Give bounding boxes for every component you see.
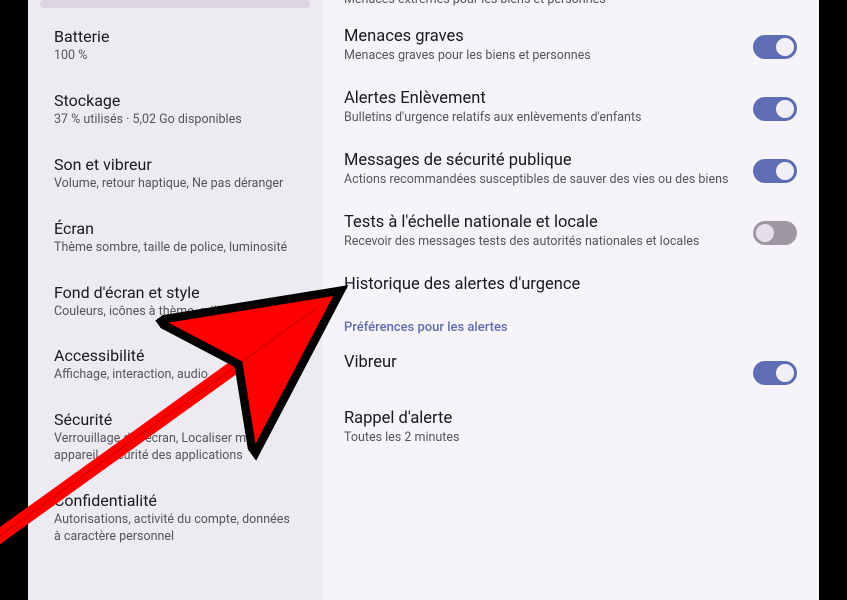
- sidebar-item-sub: Verrouillage de l'écran, Localiser mon a…: [54, 431, 296, 465]
- sidebar-item-storage[interactable]: Stockage 37 % utilisés · 5,02 Go disponi…: [40, 78, 310, 142]
- truncated-subtitle: Menaces extrêmes pour les biens et perso…: [340, 0, 801, 15]
- setting-test-alerts[interactable]: Tests à l'échelle nationale et locale Re…: [340, 201, 801, 263]
- setting-title: Alertes Enlèvement: [344, 89, 735, 108]
- sidebar-item-title: Stockage: [54, 91, 296, 110]
- toggle-public-safety[interactable]: [753, 159, 797, 183]
- setting-sub: Recevoir des messages tests des autorité…: [344, 234, 735, 251]
- device-frame: Batterie 100 % Stockage 37 % utilisés · …: [28, 0, 819, 600]
- sidebar-item-sub: Autorisations, activité du compte, donné…: [54, 512, 296, 546]
- setting-sub: Actions recommandées susceptibles de sau…: [344, 172, 735, 189]
- toggle-knob: [776, 100, 794, 118]
- sidebar-item-title: Confidentialité: [54, 491, 296, 510]
- setting-text: Historique des alertes d'urgence: [344, 275, 797, 294]
- setting-sub: Bulletins d'urgence relatifs aux enlèvem…: [344, 110, 735, 127]
- sidebar-item-selected[interactable]: [40, 0, 310, 8]
- toggle-knob: [776, 162, 794, 180]
- sidebar-item-title: Batterie: [54, 27, 296, 46]
- sidebar-item-sub: Couleurs, icônes à thème, grille d'appli…: [54, 304, 296, 321]
- setting-alert-reminder[interactable]: Rappel d'alerte Toutes les 2 minutes: [340, 397, 801, 459]
- sidebar-item-sub: Thème sombre, taille de police, luminosi…: [54, 240, 296, 257]
- setting-title: Tests à l'échelle nationale et locale: [344, 213, 735, 232]
- sidebar-item-security[interactable]: Sécurité Verrouillage de l'écran, Locali…: [40, 397, 310, 478]
- sidebar-item-title: Son et vibreur: [54, 155, 296, 174]
- sidebar-item-privacy[interactable]: Confidentialité Autorisations, activité …: [40, 478, 310, 559]
- setting-text: Rappel d'alerte Toutes les 2 minutes: [344, 409, 797, 447]
- setting-text: Tests à l'échelle nationale et locale Re…: [344, 213, 753, 251]
- setting-severe-threats[interactable]: Menaces graves Menaces graves pour les b…: [340, 15, 801, 77]
- setting-amber-alerts[interactable]: Alertes Enlèvement Bulletins d'urgence r…: [340, 77, 801, 139]
- setting-public-safety[interactable]: Messages de sécurité publique Actions re…: [340, 139, 801, 201]
- setting-sub: Menaces graves pour les biens et personn…: [344, 48, 735, 65]
- sidebar-item-sub: Volume, retour haptique, Ne pas déranger: [54, 176, 296, 193]
- setting-vibrate[interactable]: Vibreur: [340, 341, 801, 397]
- toggle-knob: [756, 224, 774, 242]
- toggle-amber-alerts[interactable]: [753, 97, 797, 121]
- setting-text: Alertes Enlèvement Bulletins d'urgence r…: [344, 89, 753, 127]
- sidebar-item-title: Sécurité: [54, 410, 296, 429]
- setting-sub: Toutes les 2 minutes: [344, 430, 779, 447]
- sidebar-item-sub: 37 % utilisés · 5,02 Go disponibles: [54, 112, 296, 129]
- setting-title: Menaces graves: [344, 27, 735, 46]
- settings-sidebar: Batterie 100 % Stockage 37 % utilisés · …: [28, 0, 322, 600]
- sidebar-item-battery[interactable]: Batterie 100 %: [40, 14, 310, 78]
- setting-title: Historique des alertes d'urgence: [344, 275, 779, 294]
- sidebar-item-sound[interactable]: Son et vibreur Volume, retour haptique, …: [40, 142, 310, 206]
- toggle-knob: [776, 38, 794, 56]
- settings-detail-panel: Menaces extrêmes pour les biens et perso…: [322, 0, 819, 600]
- setting-text: Menaces graves Menaces graves pour les b…: [344, 27, 753, 65]
- setting-title: Vibreur: [344, 353, 735, 372]
- section-header-alert-prefs: Préférences pour les alertes: [340, 306, 801, 341]
- sidebar-item-title: Fond d'écran et style: [54, 283, 296, 302]
- sidebar-item-accessibility[interactable]: Accessibilité Affichage, interaction, au…: [40, 333, 310, 397]
- setting-text: Messages de sécurité publique Actions re…: [344, 151, 753, 189]
- setting-title: Rappel d'alerte: [344, 409, 779, 428]
- toggle-test-alerts[interactable]: [753, 221, 797, 245]
- setting-alert-history[interactable]: Historique des alertes d'urgence: [340, 263, 801, 306]
- toggle-vibrate[interactable]: [753, 361, 797, 385]
- sidebar-item-sub: 100 %: [54, 48, 296, 65]
- toggle-knob: [776, 364, 794, 382]
- sidebar-item-title: Accessibilité: [54, 346, 296, 365]
- setting-text: Vibreur: [344, 353, 753, 372]
- sidebar-item-wallpaper[interactable]: Fond d'écran et style Couleurs, icônes à…: [40, 270, 310, 334]
- sidebar-item-title: Écran: [54, 219, 296, 238]
- toggle-severe-threats[interactable]: [753, 35, 797, 59]
- setting-title: Messages de sécurité publique: [344, 151, 735, 170]
- sidebar-item-sub: Affichage, interaction, audio: [54, 367, 296, 384]
- sidebar-item-display[interactable]: Écran Thème sombre, taille de police, lu…: [40, 206, 310, 270]
